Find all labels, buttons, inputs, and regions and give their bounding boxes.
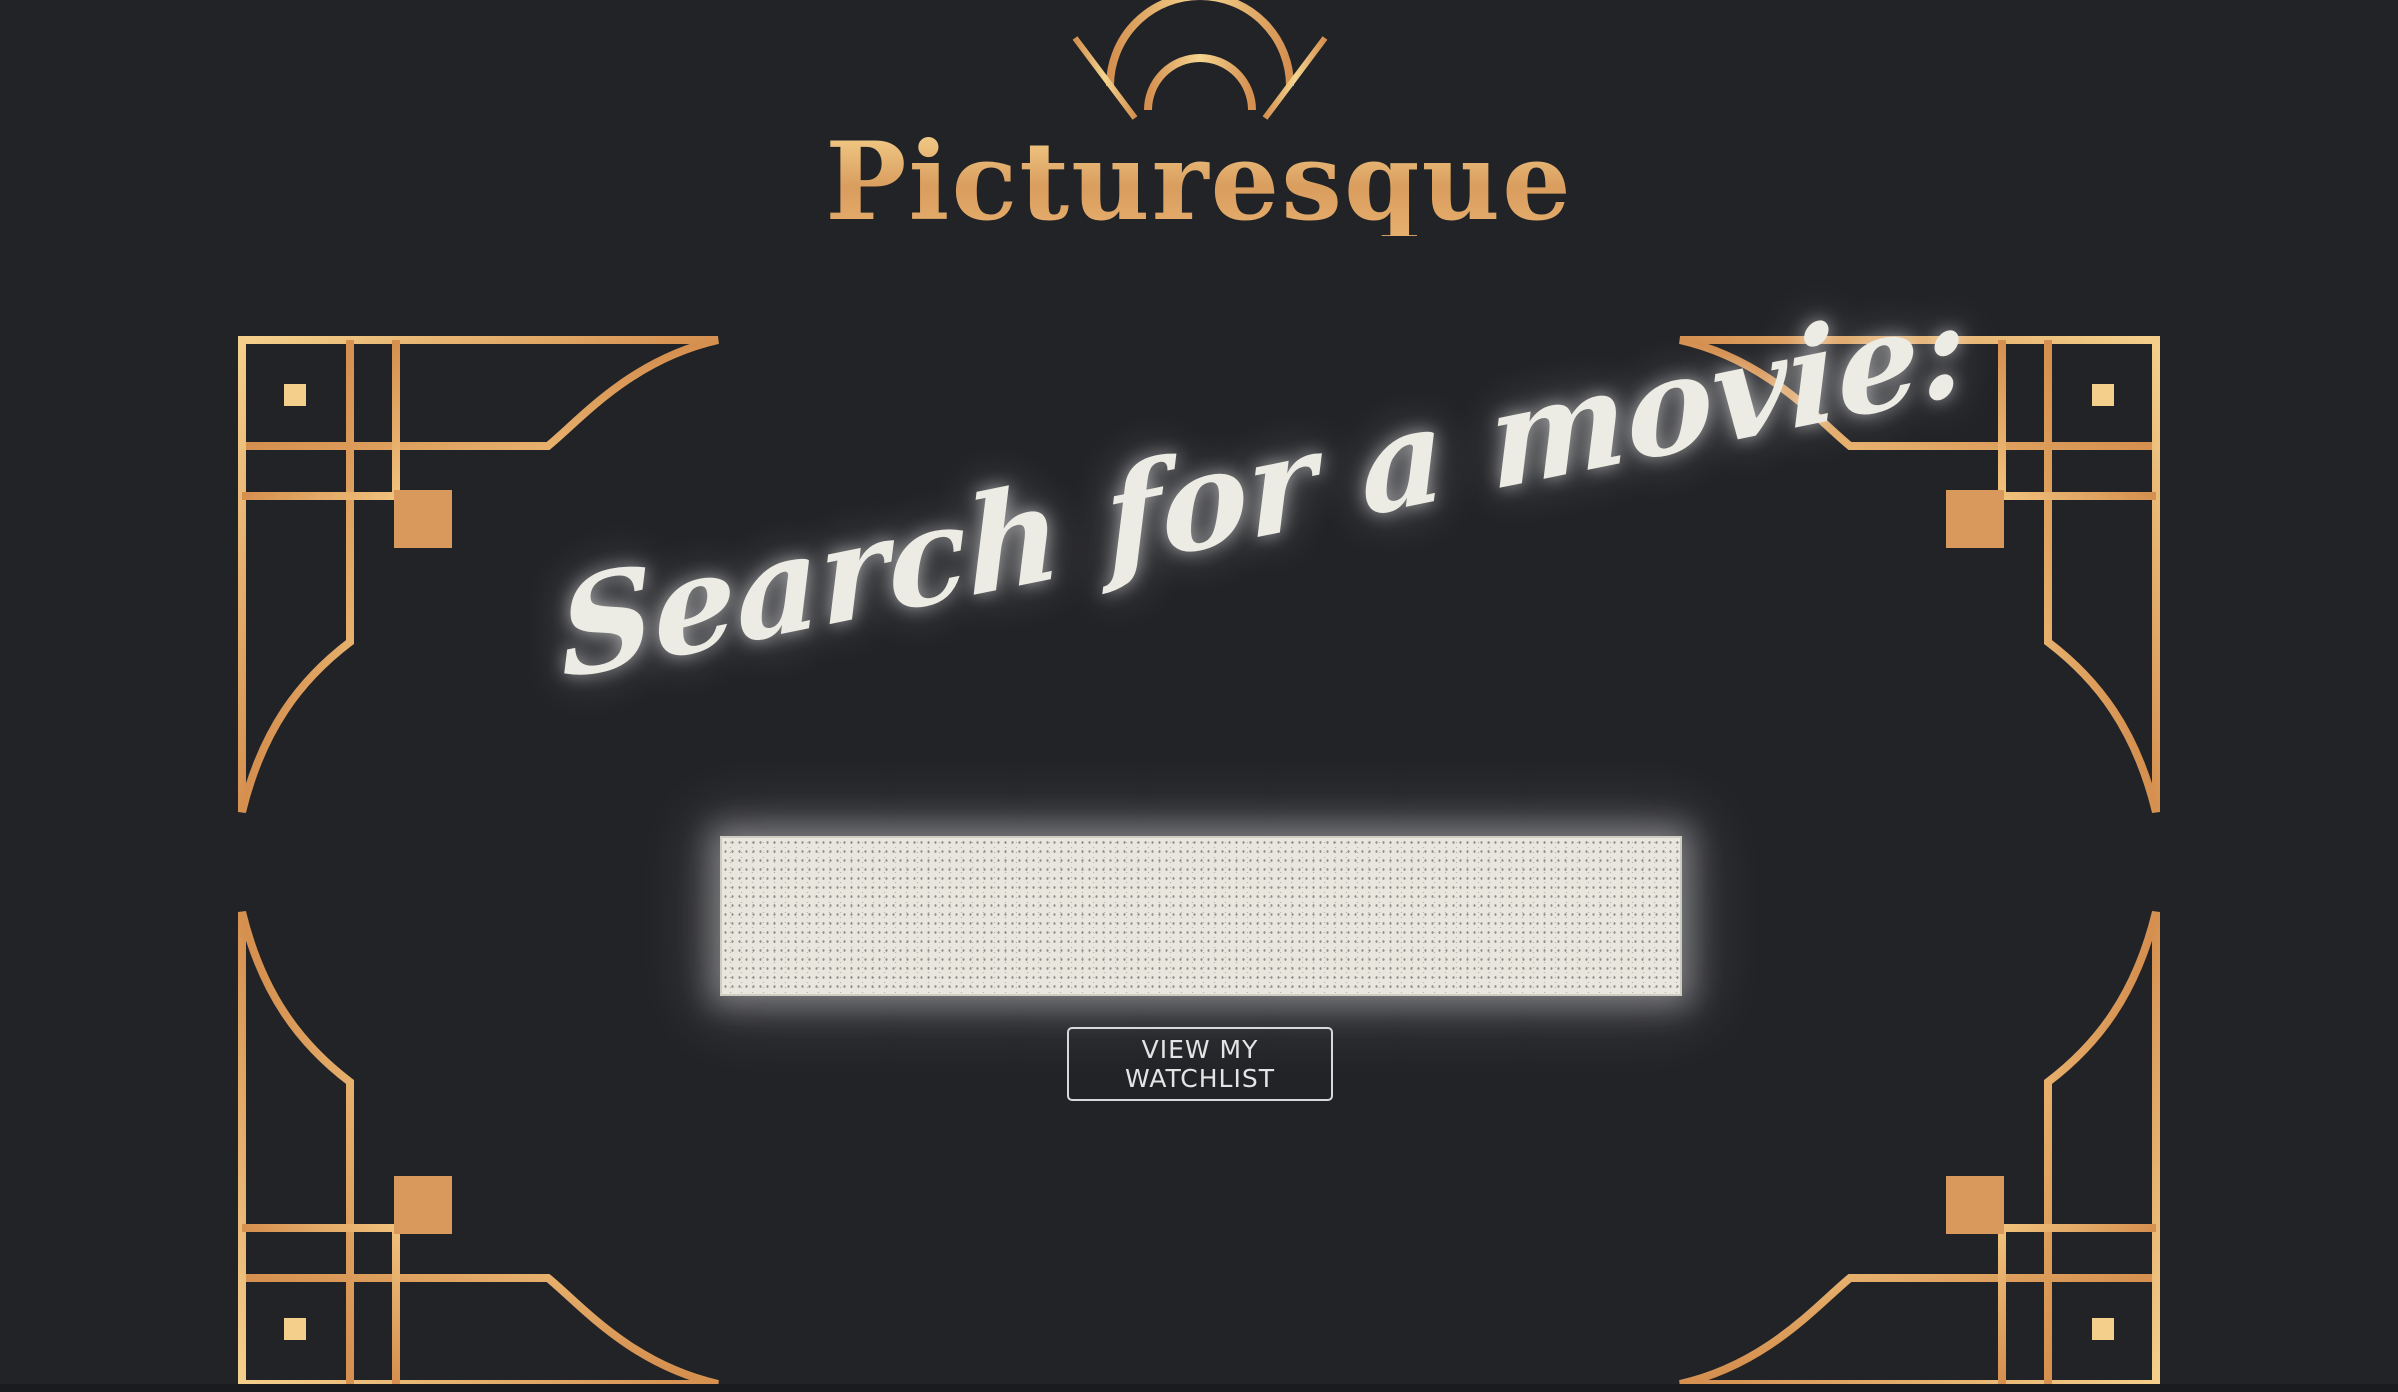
view-watchlist-button[interactable]: VIEW MY WATCHLIST [1067,1027,1333,1101]
art-deco-sunburst-icon [700,0,1700,120]
window-bottom-edge [0,1384,2398,1392]
corner-ornament-bottom-left [238,911,719,1388]
site-logo-title[interactable]: Picturesque [0,128,2398,236]
movie-search-input[interactable] [720,836,1682,996]
landing-page: Picturesque Search for a movie: VIEW MY … [0,0,2398,1392]
corner-ornament-bottom-right [1679,911,2160,1388]
